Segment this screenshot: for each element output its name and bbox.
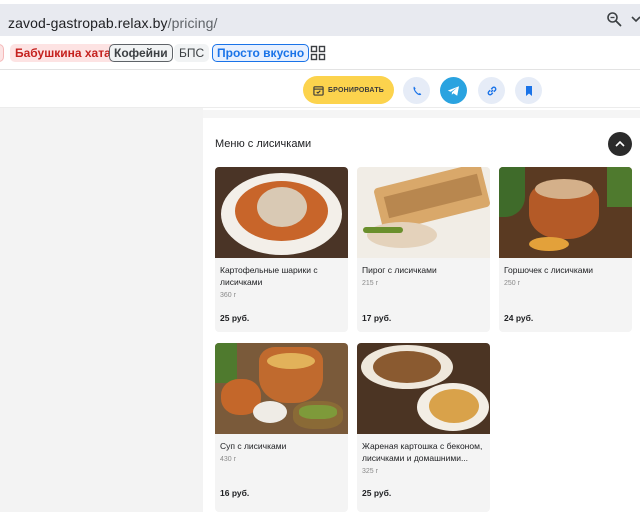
menu-card[interactable]: Жареная картошка с беконом, лисичками и … [357, 343, 490, 512]
bookmark-button[interactable] [515, 77, 542, 104]
dish-name: Жареная картошка с беконом, лисичками и … [362, 441, 483, 463]
bookmark-chip-partial[interactable] [0, 44, 4, 62]
dish-price: 25 руб. [220, 313, 250, 323]
url-host: zavod-gastropab.relax.by [8, 15, 168, 31]
dish-price: 25 руб. [362, 488, 392, 498]
panel-top-strip [203, 110, 640, 118]
grid-icon[interactable] [310, 45, 326, 61]
book-button[interactable]: БРОНИРОВАТЬ [303, 76, 394, 104]
dish-name: Картофельные шарики с лисичками [220, 265, 318, 287]
dish-weight: 360 г [220, 292, 237, 299]
dish-weight: 430 г [220, 456, 237, 463]
dish-name: Горшочек с лисичками [504, 265, 594, 275]
link-button[interactable] [478, 77, 505, 104]
menu-card[interactable]: Картофельные шарики с лисичками 360 г 25… [215, 167, 348, 332]
bookmark-bps[interactable]: БПС [174, 44, 210, 62]
bookmark-icon [525, 85, 532, 96]
chevron-up-icon [615, 140, 625, 147]
left-panel [0, 108, 203, 512]
menu-card[interactable]: Суп с лисичками 430 г 16 руб. [215, 343, 348, 512]
browser-toolbar: zavod-gastropab.relax.by/pricing/ [0, 0, 640, 40]
dish-name: Суп с лисичками [220, 441, 287, 451]
menu-card[interactable]: Пирог с лисичками 215 г 17 руб. [357, 167, 490, 332]
dish-weight: 325 г [362, 468, 379, 475]
phone-button[interactable] [403, 77, 430, 104]
url-path: /pricing/ [167, 15, 218, 31]
zoom-icon[interactable] [606, 11, 622, 27]
dish-price: 24 руб. [504, 313, 534, 323]
dish-photo [215, 343, 348, 434]
dish-price: 16 руб. [220, 488, 250, 498]
more-icon[interactable] [630, 11, 640, 27]
dish-photo [499, 167, 632, 258]
phone-icon [413, 86, 421, 95]
section-title: Меню с лисичками [215, 138, 312, 150]
dish-photo [215, 167, 348, 258]
telegram-button[interactable] [440, 77, 467, 104]
calendar-icon [313, 85, 324, 96]
book-button-label: БРОНИРОВАТЬ [327, 86, 385, 94]
link-icon [487, 86, 496, 95]
dish-photo [357, 343, 490, 434]
bookmark-babushkina-hata[interactable]: Бабушкина хата [10, 44, 116, 62]
dish-weight: 215 г [362, 280, 379, 287]
dish-weight: 250 г [504, 280, 521, 287]
dish-photo [357, 167, 490, 258]
bookmark-kofeini[interactable]: Кофейни [109, 44, 173, 62]
dish-name: Пирог с лисичками [362, 265, 437, 275]
telegram-icon [447, 85, 459, 96]
dish-price: 17 руб. [362, 313, 392, 323]
address-text[interactable]: zavod-gastropab.relax.by/pricing/ [8, 15, 218, 31]
menu-card[interactable]: Горшочек с лисичками 250 г 24 руб. [499, 167, 632, 332]
bookmark-prosto-vkusno[interactable]: Просто вкусно [212, 44, 310, 62]
address-bar[interactable]: zavod-gastropab.relax.by/pricing/ [0, 4, 640, 36]
collapse-button[interactable] [608, 132, 632, 156]
